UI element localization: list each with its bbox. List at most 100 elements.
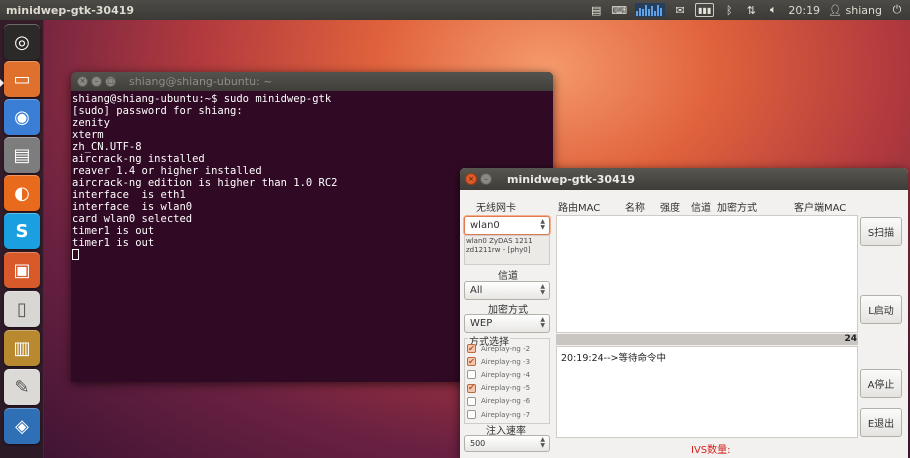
power-icon[interactable]: ⏻ xyxy=(890,3,904,17)
column-strength[interactable]: 强度 xyxy=(660,199,680,214)
terminal-line: aircrack-ng installed xyxy=(72,153,205,165)
wireless-card-value: wlan0 xyxy=(470,220,500,231)
launcher-drive[interactable]: ▤ xyxy=(4,137,40,173)
network-icon[interactable]: ⇅ xyxy=(744,3,758,17)
mode-option-label: Aireplay-ng -7 xyxy=(481,410,531,419)
launcher-dictionary[interactable]: ▥ xyxy=(4,330,40,366)
notes-icon[interactable]: ▤ xyxy=(589,3,603,17)
document-viewer-icon: ▯ xyxy=(17,298,27,320)
mode-option-label: Aireplay-ng -3 xyxy=(481,357,531,366)
launcher-chromium[interactable]: ◉ xyxy=(4,99,40,135)
mode-option[interactable]: Aireplay-ng -7 xyxy=(467,410,530,419)
column-client-mac[interactable]: 客户端MAC xyxy=(794,199,846,214)
close-icon[interactable]: × xyxy=(77,76,88,87)
minidwep-title: minidwep-gtk-30419 xyxy=(507,172,636,186)
user-menu[interactable]: 👤︎ shiang xyxy=(828,4,882,17)
channel-select[interactable]: All ▲ ▼ xyxy=(464,281,550,300)
progress-bar: 24 xyxy=(556,334,858,345)
bluetooth-icon[interactable]: ᛒ xyxy=(722,3,736,17)
active-window-title: minidwep-gtk-30419 xyxy=(6,3,135,17)
terminal-line: [sudo] password for shiang: xyxy=(72,105,243,117)
dash-home-icon: ◎ xyxy=(14,31,30,53)
launcher-settings[interactable]: ◈ xyxy=(4,408,40,444)
log-area[interactable]: 20:19:24-->等待命令中 xyxy=(556,346,858,438)
terminal-line: xterm xyxy=(72,129,104,141)
terminal-line: zenity xyxy=(72,117,110,129)
mail-icon[interactable]: ✉ xyxy=(673,3,687,17)
firefox-icon: ◐ xyxy=(14,182,30,204)
keyboard-icon[interactable]: ⌨ xyxy=(611,3,627,17)
launcher-files[interactable]: ▭ xyxy=(4,61,40,97)
user-name: shiang xyxy=(845,3,882,17)
mode-option[interactable]: ✔ Aireplay-ng -2 xyxy=(467,344,530,353)
skype-icon: S xyxy=(15,220,29,242)
text-editor-icon: ✎ xyxy=(14,376,30,398)
running-indicator xyxy=(0,79,4,87)
spin-arrows-icon: ▲ ▼ xyxy=(540,283,545,296)
spin-arrows-icon: ▲ ▼ xyxy=(540,436,545,449)
column-name[interactable]: 名称 xyxy=(625,199,645,214)
minimize-icon[interactable]: – xyxy=(480,173,492,185)
ivs-count-label: IVS数量: xyxy=(691,445,731,456)
inject-rate-select[interactable]: 500 ▲ ▼ xyxy=(464,435,550,452)
terminal-cursor xyxy=(72,249,79,260)
volume-icon[interactable]: 🔈︎ xyxy=(766,3,780,17)
mode-option-label: Aireplay-ng -2 xyxy=(481,344,531,353)
column-bssid[interactable]: 路由MAC xyxy=(558,199,600,214)
checkbox-checked-icon[interactable]: ✔ xyxy=(467,383,476,393)
mode-option-label: Aireplay-ng -5 xyxy=(481,384,531,393)
launcher-document-viewer[interactable]: ▯ xyxy=(4,291,40,327)
channel-value: All xyxy=(470,285,483,296)
column-encryption[interactable]: 加密方式 xyxy=(717,199,757,214)
checkbox-icon[interactable] xyxy=(467,370,476,380)
launcher-firefox[interactable]: ◐ xyxy=(4,175,40,211)
channel-label: 信道 xyxy=(498,271,518,282)
terminal-title: shiang@shiang-ubuntu: ~ xyxy=(129,75,273,88)
maximize-icon[interactable]: □ xyxy=(105,76,116,87)
minidwep-window[interactable]: × – minidwep-gtk-30419 无线网卡 wlan0 ▲ ▼ wla… xyxy=(460,168,908,458)
launch-button[interactable]: L启动 xyxy=(860,295,902,324)
unity-launcher: ◎ ▭ ◉ ▤ ◐ S ▣ ▯ ▥ ✎ ◈ xyxy=(0,20,44,458)
minimize-icon[interactable]: – xyxy=(91,76,102,87)
minidwep-titlebar[interactable]: × – minidwep-gtk-30419 xyxy=(460,168,908,190)
clock[interactable]: 20:19 xyxy=(788,4,820,17)
battery-icon[interactable]: ▮▮▮ xyxy=(695,3,715,17)
abort-button[interactable]: A停止 xyxy=(860,369,902,398)
wireless-card-label: 无线网卡 xyxy=(476,203,516,214)
encryption-select[interactable]: WEP ▲ ▼ xyxy=(464,314,550,333)
wireless-card-select[interactable]: wlan0 ▲ ▼ xyxy=(464,216,550,235)
checkbox-checked-icon[interactable]: ✔ xyxy=(467,357,476,367)
mode-option-label: Aireplay-ng -6 xyxy=(481,397,531,406)
spin-arrows-icon: ▲ ▼ xyxy=(540,218,545,231)
terminal-titlebar[interactable]: × – □ shiang@shiang-ubuntu: ~ xyxy=(71,72,553,91)
checkbox-icon[interactable] xyxy=(467,410,476,419)
files-icon: ▭ xyxy=(13,68,31,90)
card-info: wlan0 ZyDAS 1211 zd1211rw - [phy0] xyxy=(464,235,550,265)
close-icon[interactable]: × xyxy=(465,173,477,185)
mode-option-label: Aireplay-ng -4 xyxy=(481,370,531,379)
encryption-value: WEP xyxy=(470,318,493,329)
indicator-area: ▤ ⌨ ✉ ▮▮▮ ᛒ ⇅ 🔈︎ 20:19 👤︎ shiang ⏻ xyxy=(589,3,904,17)
launcher-skype[interactable]: S xyxy=(4,213,40,249)
mode-option[interactable]: Aireplay-ng -6 xyxy=(467,396,531,406)
log-text: 20:19:24-->等待命令中 xyxy=(561,353,666,364)
mode-option[interactable]: ✔ Aireplay-ng -5 xyxy=(467,383,531,393)
launcher-software-center[interactable]: ▣ xyxy=(4,252,40,288)
mode-option[interactable]: Aireplay-ng -4 xyxy=(467,370,531,380)
checkbox-checked-icon[interactable]: ✔ xyxy=(467,344,476,353)
checkbox-icon[interactable] xyxy=(467,396,476,406)
progress-counter: 24 xyxy=(844,334,857,344)
launcher-text-editor[interactable]: ✎ xyxy=(4,369,40,405)
mode-option[interactable]: ✔ Aireplay-ng -3 xyxy=(467,357,531,367)
system-monitor-graph[interactable] xyxy=(635,3,666,17)
spin-arrows-icon: ▲ ▼ xyxy=(540,316,545,329)
exit-button[interactable]: E退出 xyxy=(860,408,902,437)
column-channel[interactable]: 信道 xyxy=(691,199,711,214)
scan-button[interactable]: S扫描 xyxy=(860,217,902,246)
settings-icon: ◈ xyxy=(15,415,29,437)
launcher-dash-home[interactable]: ◎ xyxy=(4,24,40,60)
software-center-icon: ▣ xyxy=(13,259,31,281)
network-list[interactable] xyxy=(556,215,858,333)
terminal-line: shiang@shiang-ubuntu:~$ sudo minidwep-gt… xyxy=(72,93,332,105)
top-panel: minidwep-gtk-30419 ▤ ⌨ ✉ ▮▮▮ ᛒ ⇅ 🔈︎ 20:1… xyxy=(0,0,910,20)
